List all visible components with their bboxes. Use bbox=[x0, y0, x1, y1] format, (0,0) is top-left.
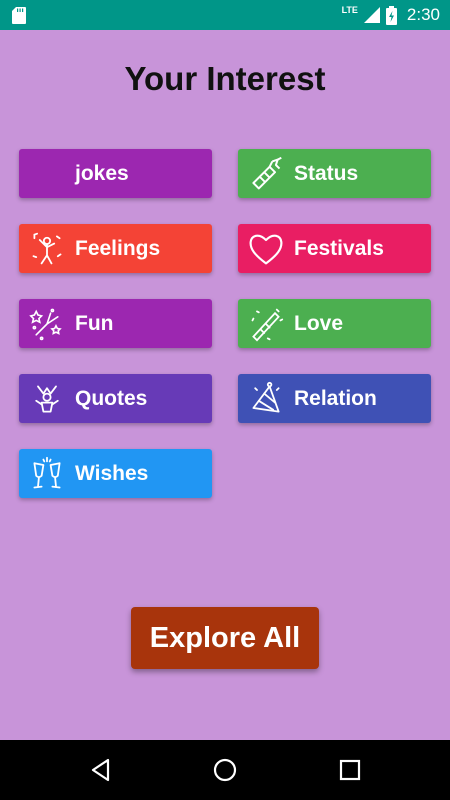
party-horn-icon bbox=[246, 304, 286, 344]
interest-label: Feelings bbox=[75, 236, 161, 260]
home-icon[interactable] bbox=[212, 757, 238, 783]
jokes-icon-slot bbox=[27, 154, 67, 194]
clock: 2:30 bbox=[406, 5, 440, 24]
interest-button-status[interactable]: Status bbox=[238, 149, 431, 198]
interest-button-love[interactable]: Love bbox=[238, 299, 431, 348]
explore-all-button[interactable]: Explore All bbox=[131, 607, 319, 669]
interest-label: Love bbox=[294, 311, 344, 335]
interest-button-feelings[interactable]: Feelings bbox=[19, 224, 212, 273]
back-icon[interactable] bbox=[88, 757, 114, 783]
jester-icon bbox=[27, 379, 67, 419]
interest-label: Wishes bbox=[75, 461, 149, 485]
heart-icon bbox=[246, 229, 286, 269]
interest-label: Fun bbox=[75, 311, 114, 335]
network-type: LTE bbox=[341, 5, 358, 15]
interest-button-fun[interactable]: Fun bbox=[19, 299, 212, 348]
interest-button-wishes[interactable]: Wishes bbox=[19, 449, 212, 498]
interest-button-jokes[interactable]: jokes bbox=[19, 149, 212, 198]
champagne-glasses-icon bbox=[27, 454, 67, 494]
firecracker-icon bbox=[246, 154, 286, 194]
interest-label: Relation bbox=[294, 386, 377, 410]
interest-label: Status bbox=[294, 161, 359, 185]
interest-button-festivals[interactable]: Festivals bbox=[238, 224, 431, 273]
interest-button-quotes[interactable]: Quotes bbox=[19, 374, 212, 423]
interest-label: Quotes bbox=[75, 386, 148, 410]
fireworks-icon bbox=[27, 304, 67, 344]
page-title: Your Interest bbox=[124, 60, 326, 97]
recents-icon[interactable] bbox=[337, 757, 363, 783]
party-hat-icon bbox=[246, 379, 286, 419]
signal-icon bbox=[363, 7, 380, 23]
status-bar: LTE 2:30 bbox=[0, 0, 450, 30]
interest-label: Festivals bbox=[294, 236, 384, 260]
navigation-bar bbox=[0, 740, 450, 800]
interest-button-relation[interactable]: Relation bbox=[238, 374, 431, 423]
sd-card-icon bbox=[12, 7, 26, 24]
interest-label: jokes bbox=[75, 161, 129, 185]
battery-charging-icon bbox=[385, 5, 397, 25]
dancing-person-icon bbox=[27, 229, 67, 269]
